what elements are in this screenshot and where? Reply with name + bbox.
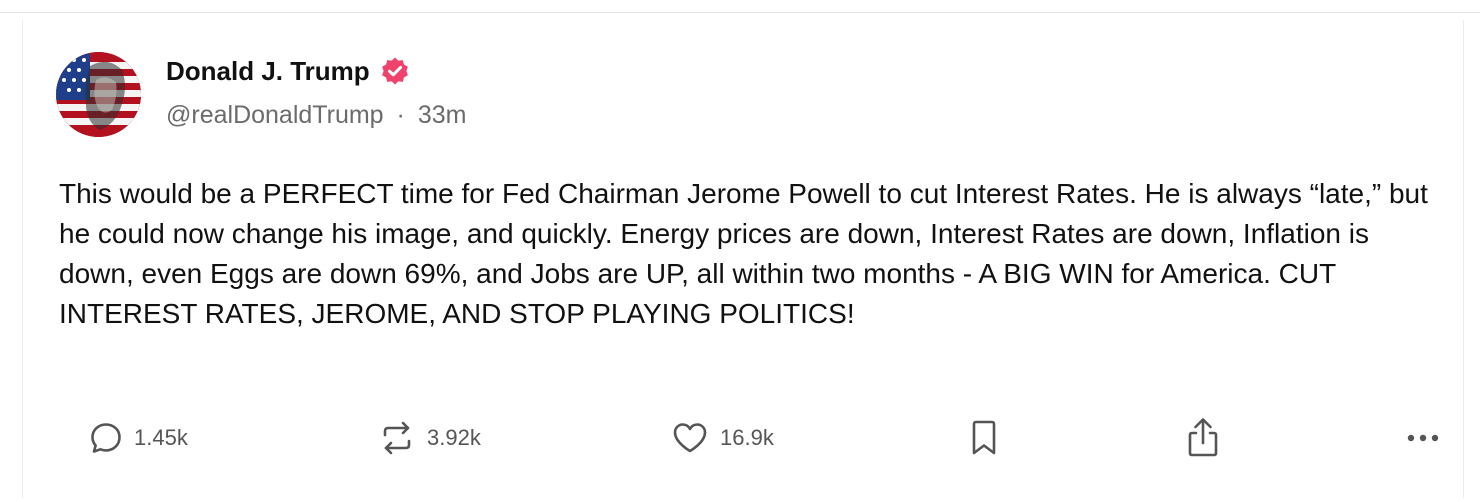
repost-count: 3.92k — [427, 425, 481, 450]
share-button[interactable] — [1183, 418, 1223, 458]
post-body: This would be a PERFECT time for Fed Cha… — [59, 178, 1428, 329]
like-button[interactable]: 16.9k — [670, 418, 774, 458]
reply-icon — [88, 420, 124, 456]
avatar[interactable] — [56, 52, 141, 137]
author-name[interactable]: Donald J. Trump — [166, 56, 370, 87]
like-count: 16.9k — [720, 425, 774, 450]
bookmark-button[interactable] — [966, 418, 1002, 458]
avatar-image — [56, 52, 141, 137]
repost-icon — [377, 418, 417, 458]
top-divider — [0, 0, 1480, 13]
verified-badge-icon — [380, 56, 410, 86]
meta-separator: · — [396, 101, 405, 129]
more-options-button[interactable] — [1404, 418, 1444, 458]
author-row: Donald J. Trump — [166, 54, 410, 88]
reply-button[interactable]: 1.45k — [88, 418, 188, 458]
more-icon — [1404, 428, 1444, 448]
author-handle[interactable]: @realDonaldTrump — [166, 101, 384, 129]
bookmark-icon — [966, 418, 1002, 458]
repost-button[interactable]: 3.92k — [377, 418, 481, 458]
reply-count: 1.45k — [134, 425, 188, 450]
handle-row: @realDonaldTrump · 33m — [166, 101, 466, 130]
share-icon — [1183, 416, 1223, 460]
heart-icon — [670, 418, 710, 458]
post-timestamp[interactable]: 33m — [418, 101, 467, 129]
